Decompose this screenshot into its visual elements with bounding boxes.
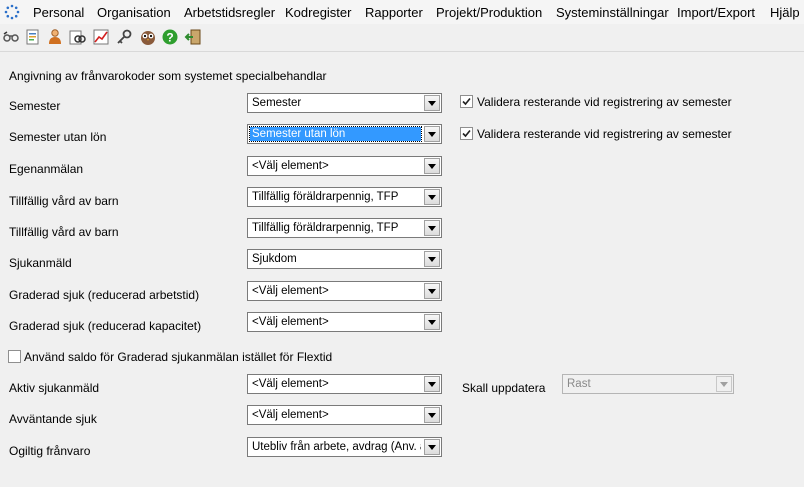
ogiltig-franvaro-select[interactable]: Utebliv från arbete, avdrag (Anv. av [247,437,442,457]
semester-select[interactable]: Semester [247,93,442,113]
tillfallig-vard-av-barn-1-select[interactable]: Tillfällig föräldrarpennig, TFP [247,187,442,207]
ogiltig-franvaro-select-value: Utebliv från arbete, avdrag (Anv. av [252,441,421,453]
skall-uppdatera-select-value: Rast [567,378,591,390]
label-egenanmalan: Egenanmälan [9,162,84,176]
chevron-down-icon[interactable] [424,220,440,236]
use-saldo-checkbox[interactable] [8,350,21,363]
help-icon[interactable]: ? [161,28,179,46]
label-semester: Semester [9,99,61,113]
toolbar: ? [0,24,804,52]
validate-semester-utan-lon-checkbox[interactable] [460,127,473,140]
label-ogiltig-franvaro: Ogiltig frånvaro [9,444,91,458]
chevron-down-icon[interactable] [424,314,440,330]
chevron-down-icon[interactable] [424,95,440,111]
graderad-sjuk-arbetstid-select-value: <Välj element> [252,285,329,297]
graderad-sjuk-kapacitet-select[interactable]: <Välj element> [247,312,442,332]
document-icon[interactable] [24,28,42,46]
validate-semester-utan-lon-label: Validera resterande vid registrering av … [477,127,732,141]
menu-kodregister[interactable]: Kodregister [285,5,351,21]
semester-utan-lon-select[interactable]: Semester utan lön [247,124,442,144]
settings-panel: Angivning av frånvarokoder som systemet … [0,52,804,487]
handcuffs-icon[interactable] [2,28,20,46]
menu-bar: Personal Organisation Arbetstidsregler K… [0,0,804,24]
tillfallig-vard-av-barn-2-select[interactable]: Tillfällig föräldrarpennig, TFP [247,218,442,238]
label-semester-utan-lon: Semester utan lön [9,130,107,144]
svg-text:?: ? [166,31,173,45]
tillfallig-vard-av-barn-2-select-value: Tillfällig föräldrarpennig, TFP [252,222,399,234]
chevron-down-icon [716,376,732,392]
owl-icon[interactable] [139,28,157,46]
chevron-down-icon[interactable] [424,189,440,205]
menu-hjalp[interactable]: Hjälp [770,5,800,21]
egenanmalan-select[interactable]: <Välj element> [247,156,442,176]
tillfallig-vard-av-barn-1-select-value: Tillfällig föräldrarpennig, TFP [252,191,399,203]
aktiv-sjukanmald-select-value: <Välj element> [252,378,329,390]
avvantande-sjuk-select-value: <Välj element> [252,409,329,421]
binoculars-icon[interactable] [68,28,86,46]
label-tillfallig-vard-av-barn-2: Tillfällig vård av barn [9,225,119,239]
exit-icon[interactable] [184,28,202,46]
semester-select-value: Semester [252,97,302,109]
section-title: Angivning av frånvarokoder som systemet … [9,69,327,83]
menu-import-export[interactable]: Import/Export [677,5,755,21]
chevron-down-icon[interactable] [424,376,440,392]
graderad-sjuk-arbetstid-select[interactable]: <Välj element> [247,281,442,301]
chevron-down-icon[interactable] [424,283,440,299]
chevron-down-icon[interactable] [424,158,440,174]
use-saldo-label: Använd saldo för Graderad sjukanmälan is… [24,350,333,364]
aktiv-sjukanmald-select[interactable]: <Välj element> [247,374,442,394]
label-sjukanmald: Sjukanmäld [9,256,72,270]
skall-uppdatera-select: Rast [562,374,734,394]
egenanmalan-select-value: <Välj element> [252,160,329,172]
skall-uppdatera-label: Skall uppdatera [462,381,546,395]
label-avvantande-sjuk: Avväntande sjuk [9,412,97,426]
label-graderad-sjuk-arbetstid: Graderad sjuk (reducerad arbetstid) [9,288,200,302]
label-aktiv-sjukanmald: Aktiv sjukanmäld [9,381,100,395]
menu-systeminstallningar[interactable]: Systeminställningar [556,5,669,21]
chart-icon[interactable] [92,28,110,46]
chevron-down-icon[interactable] [424,407,440,423]
menu-rapporter[interactable]: Rapporter [365,5,423,21]
label-graderad-sjuk-kapacitet: Graderad sjuk (reducerad kapacitet) [9,319,202,333]
chevron-down-icon[interactable] [424,439,440,455]
validate-semester-checkbox[interactable] [460,95,473,108]
person-icon[interactable] [46,28,64,46]
label-tillfallig-vard-av-barn-1: Tillfällig vård av barn [9,194,119,208]
semester-utan-lon-select-value: Semester utan lön [249,126,422,142]
menu-arbetstidsregler[interactable]: Arbetstidsregler [184,5,275,21]
chevron-down-icon[interactable] [424,251,440,267]
app-logo-icon [4,4,20,20]
menu-projekt-produktion[interactable]: Projekt/Produktion [436,5,542,21]
menu-personal[interactable]: Personal [33,5,84,21]
graderad-sjuk-kapacitet-select-value: <Välj element> [252,316,329,328]
chevron-down-icon[interactable] [424,126,440,142]
avvantande-sjuk-select[interactable]: <Välj element> [247,405,442,425]
sjukanmald-select-value: Sjukdom [252,253,297,265]
key-icon[interactable] [115,28,133,46]
validate-semester-label: Validera resterande vid registrering av … [477,95,732,109]
sjukanmald-select[interactable]: Sjukdom [247,249,442,269]
menu-organisation[interactable]: Organisation [97,5,171,21]
